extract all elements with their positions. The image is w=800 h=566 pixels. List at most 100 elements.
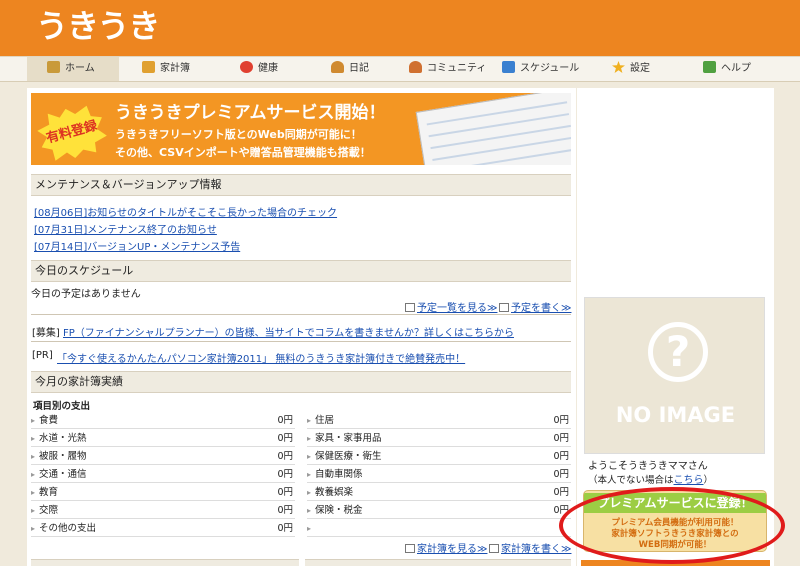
expense-row: 自動車関係 0円 [307,466,571,483]
expense-value: 0円 [553,433,569,444]
expense-row: 家具・家事用品 0円 [307,430,571,447]
expense-row: 交通・通信 0円 [31,466,295,483]
expense-name[interactable]: 自動車関係 [307,466,362,483]
question-icon: ? [648,322,708,382]
expense-name[interactable]: 交通・通信 [31,466,86,483]
nav-household-book-label: 家計簿 [160,63,190,74]
expense-name[interactable]: 教養娯楽 [307,484,353,501]
main-content: 有料登録 うきうきプレミアムサービス開始！ うきうきフリーソフト版とのWeb同期… [27,88,576,566]
nav-health[interactable]: 健康 [240,57,278,81]
expense-value: 0円 [553,415,569,426]
expense-value: 0円 [277,469,293,480]
budget-view-link[interactable]: 家計簿を見る≫ [405,540,487,555]
expense-value: 0円 [277,523,293,534]
nav-settings[interactable]: 設定 [612,57,650,81]
not-you-link[interactable]: こちら [674,475,704,486]
ad-link[interactable]: 「今すぐ使えるかんたんパソコン家計簿2011」 無料のうきうき家計簿付きで絶賛発… [57,350,465,365]
maintenance-item[interactable]: [08月06日]お知らせのタイトルがそこそこ長かった場合のチェック [34,204,337,219]
paid-registration-badge: 有料登録 [34,100,111,165]
calendar-icon [502,61,515,73]
expense-value: 0円 [277,487,293,498]
nav-help[interactable]: ヘルプ [703,57,751,81]
ad-link[interactable]: FP（ファイナンシャルプランナー）の皆様、当サイトでコラムを書きませんか？詳しく… [63,324,514,339]
welcome-text: ようこそうきうきママさん [588,461,708,472]
budget-view-label: 家計簿を見る≫ [417,544,488,555]
expense-value: 0円 [553,451,569,462]
nav-household-book[interactable]: 家計簿 [142,57,190,81]
expense-name[interactable]: 保健医療・衛生 [307,448,381,465]
expense-row: 保健医療・衛生 0円 [307,448,571,465]
premium-banner[interactable]: 有料登録 うきうきプレミアムサービス開始！ うきうきフリーソフト版とのWeb同期… [31,93,571,165]
expense-name[interactable]: 住居 [307,412,334,429]
schedule-write-link[interactable]: 予定を書く≫ [499,299,571,314]
pencil-icon [142,61,155,73]
banner-line-1: うきうきフリーソフト版とのWeb同期が可能に！ [115,128,362,141]
person-icon [331,61,344,73]
not-you-suffix: ） [703,475,714,486]
heart-icon [240,61,253,73]
help-icon [703,61,716,73]
nav-health-label: 健康 [258,63,278,74]
expense-row: 保険・税金0円 [307,502,571,519]
expense-row: 食費 0円 [31,412,295,429]
expense-value: 0円 [553,469,569,480]
expense-value: 0円 [277,505,293,516]
expense-name[interactable]: 保険・税金 [307,502,362,519]
site-logo[interactable]: うきうき [36,4,160,48]
people-icon [409,61,422,73]
expense-value: 0円 [277,415,293,426]
lower-right-heading [305,559,571,566]
lower-left-heading [31,559,299,566]
book-icon [405,544,415,553]
schedule-write-label: 予定を書く≫ [511,303,572,314]
expense-name[interactable]: 水道・光熱 [31,430,86,447]
highlight-circle [559,487,785,564]
expense-name[interactable]: 教育 [31,484,58,501]
banner-title: うきうきプレミアムサービス開始！ [115,103,386,123]
expense-row: 交際 0円 [31,502,295,519]
divider [31,314,571,315]
schedule-list-link[interactable]: 予定一覧を見る≫ [405,299,497,314]
home-icon [47,61,60,73]
schedule-heading: 今日のスケジュール [31,260,571,282]
nav-community-label: コミュニティ [427,63,487,74]
banner-screenshot-image [415,93,571,165]
budget-write-link[interactable]: 家計簿を書く≫ [489,540,571,555]
nav-schedule-label: スケジュール [520,63,580,74]
maintenance-item[interactable]: [07月31日]メンテナンス終了のお知らせ [34,221,217,236]
expense-value: 0円 [553,487,569,498]
list-icon [405,303,415,312]
expense-row [307,520,571,537]
nav-home-label: ホーム [65,63,95,74]
ad-tag: [募集] [32,328,60,339]
main-nav: ホーム 家計簿 健康 日記 コミュニティ スケジュール 設定 ヘルプ [0,56,800,82]
nav-schedule[interactable]: スケジュール [502,57,579,81]
expense-row: 被服・履物 0円 [31,448,295,465]
expense-name[interactable]: 交際 [31,502,58,519]
expense-row: 水道・光熱 0円 [31,430,295,447]
maintenance-item[interactable]: [07月14日]バージョンUP・メンテナンス予告 [34,238,240,253]
expense-name[interactable]: 食費 [31,412,58,429]
banner-line-2: その他、CSVインポートや贈答品管理機能も搭載！ [115,146,371,159]
expense-row: 教養娯楽 0円 [307,484,571,501]
expense-value: 0円 [277,451,293,462]
expense-row: その他の支出 0円 [31,520,295,537]
maintenance-heading: メンテナンス＆バージョンアップ情報 [31,174,571,196]
nav-diary[interactable]: 日記 [331,57,369,81]
nav-help-label: ヘルプ [721,63,751,74]
not-you-text: （本人でない場合はこちら） [588,471,713,486]
expense-name[interactable]: 被服・履物 [31,448,86,465]
expense-name[interactable]: その他の支出 [31,520,96,537]
divider [31,341,571,342]
expense-value: 0円 [277,433,293,444]
nav-diary-label: 日記 [349,63,369,74]
nav-community[interactable]: コミュニティ [409,57,486,81]
profile-image: ? NO IMAGE [584,297,765,454]
nav-home[interactable]: ホーム [27,57,119,81]
expense-row: 住居 0円 [307,412,571,429]
nav-settings-label: 設定 [630,63,650,74]
budget-subheading: 項目別の支出 [33,401,91,412]
not-you-prefix: （本人でない場合は [588,475,674,486]
expense-name[interactable]: 家具・家事用品 [307,430,381,447]
no-image-label: NO IMAGE [615,403,736,427]
